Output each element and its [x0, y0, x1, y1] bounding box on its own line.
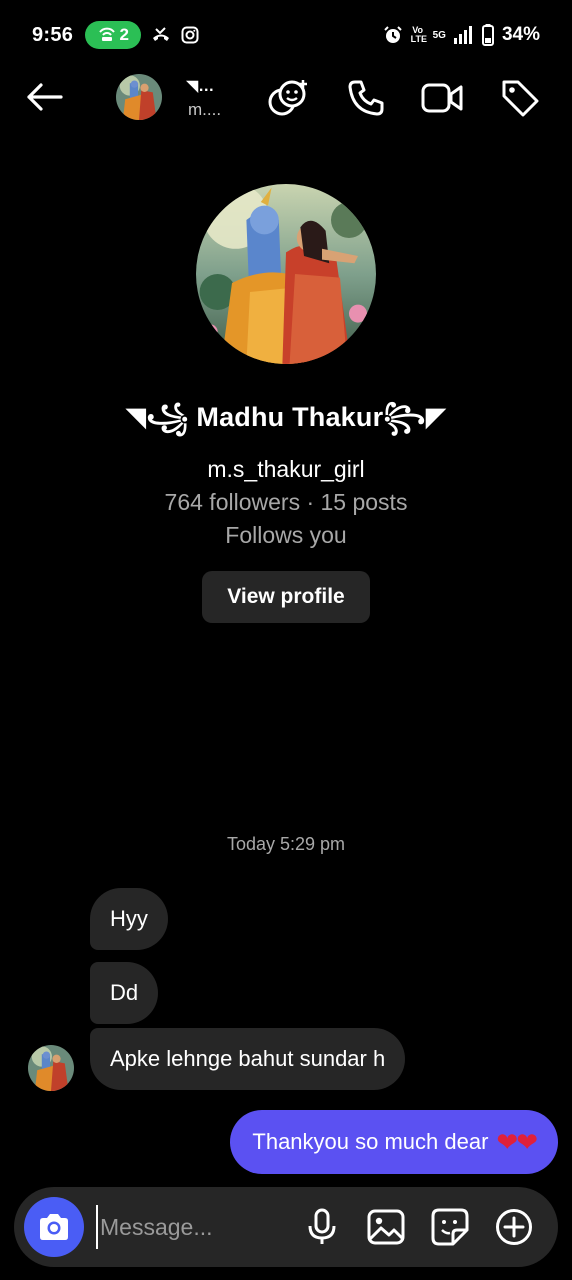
- tag-button[interactable]: [498, 76, 542, 120]
- view-profile-button[interactable]: View profile: [202, 571, 370, 623]
- outgoing-message-text: Thankyou so much dear: [252, 1129, 489, 1154]
- effects-icon: [268, 80, 307, 116]
- profile-display-name: ◥꧁ Madhu Thakur꧂◤: [125, 402, 447, 432]
- plus-icon: [496, 1209, 532, 1245]
- profile-stats: 764 followers · 15 posts: [164, 489, 408, 515]
- header-display-name[interactable]: ◥…: [186, 76, 214, 96]
- message-composer: [14, 1187, 558, 1267]
- video-icon: [421, 83, 463, 113]
- more-options-button[interactable]: [494, 1207, 534, 1247]
- message-input[interactable]: [96, 1205, 286, 1249]
- gallery-icon: [367, 1209, 405, 1245]
- camera-button[interactable]: [24, 1197, 84, 1257]
- phone-icon: [348, 80, 384, 116]
- microphone-icon: [308, 1208, 336, 1244]
- incoming-message[interactable]: Dd: [90, 962, 159, 1024]
- network-type: 5G: [432, 29, 446, 41]
- follows-you-label: Follows you: [225, 522, 347, 548]
- instagram-icon: [181, 26, 199, 44]
- sender-avatar[interactable]: [28, 1045, 74, 1091]
- sticker-button[interactable]: [430, 1207, 470, 1247]
- tag-icon: [502, 80, 539, 117]
- video-call-button[interactable]: [420, 76, 464, 120]
- incoming-message[interactable]: Apke lehnge bahut sundar h: [90, 1028, 406, 1090]
- krishna-radha-avatar-image: [28, 1045, 74, 1091]
- status-bar: 9:56 2 Vo LTE 5G 34%: [0, 0, 572, 70]
- voice-message-button[interactable]: [302, 1207, 342, 1247]
- camera-icon: [40, 1214, 68, 1240]
- incoming-message[interactable]: Hyy: [90, 888, 168, 950]
- battery-percent: 34%: [501, 24, 540, 45]
- signal-icon: [453, 26, 472, 44]
- status-time: 9:56: [32, 23, 74, 46]
- krishna-radha-profile-image: [196, 184, 376, 364]
- voice-call-button[interactable]: [344, 76, 388, 120]
- outgoing-message[interactable]: Thankyou so much dear ❤❤: [230, 1110, 558, 1174]
- alarm-icon: [383, 26, 402, 43]
- hotspot-icon: [98, 27, 115, 41]
- profile-username: m.s_thakur_girl: [207, 456, 365, 482]
- back-arrow-icon: [27, 83, 63, 111]
- heart-emoji: ❤❤: [496, 1126, 538, 1157]
- missed-call-icon: [153, 27, 170, 41]
- effects-button[interactable]: [266, 76, 310, 120]
- volte-label: Vo LTE: [410, 25, 427, 44]
- hotspot-count: 2: [119, 25, 129, 44]
- krishna-radha-avatar-image: [116, 74, 162, 120]
- header-avatar[interactable]: [116, 74, 162, 120]
- hotspot-indicator: 2: [85, 21, 142, 49]
- chat-header: ◥… m....: [0, 62, 572, 132]
- back-button[interactable]: [24, 76, 66, 118]
- gallery-button[interactable]: [366, 1207, 406, 1247]
- sticker-icon: [431, 1208, 469, 1246]
- profile-avatar[interactable]: [196, 184, 376, 364]
- header-username[interactable]: m....: [188, 100, 221, 120]
- battery-icon: [481, 24, 494, 46]
- message-timestamp: Today 5:29 pm: [226, 834, 346, 854]
